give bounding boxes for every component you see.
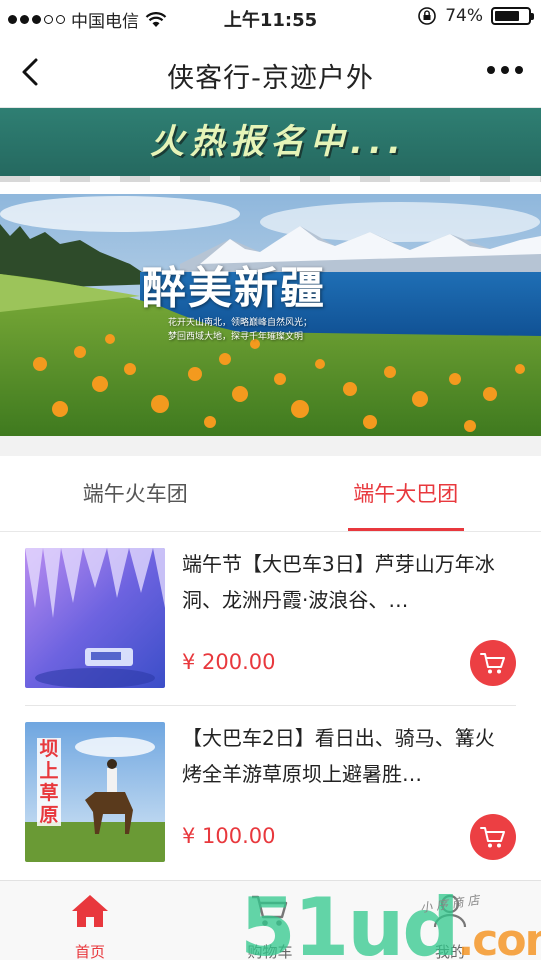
product-card[interactable]: 端午节【大巴车3日】芦芽山万年冰洞、龙洲丹霞·波浪谷、… ¥ 200.00 (0, 532, 541, 704)
promo-banner-text: 火热报名中... (150, 122, 407, 162)
promo-banner[interactable]: 火热报名中... (0, 108, 541, 182)
section-spacer (0, 436, 541, 456)
more-dots-icon[interactable] (487, 66, 523, 74)
battery-percent: 74% (445, 6, 483, 26)
home-icon (72, 895, 108, 927)
watermark-main: 51ud (240, 881, 460, 960)
hero-subtitle-line-2: 梦回西域大地，探寻千年璀璨文明 (168, 332, 304, 342)
cart-icon (480, 827, 505, 848)
product-thumbnail[interactable] (25, 548, 165, 688)
status-bar: 中国电信 上午11:55 74% (0, 0, 541, 36)
tab-train-group[interactable]: 端午火车团 (0, 456, 271, 531)
product-thumbnail[interactable]: 坝上草原 (25, 722, 165, 862)
orientation-lock-icon (418, 7, 437, 25)
add-to-cart-button[interactable] (470, 814, 516, 860)
tabbar-item-home[interactable]: 首页 (30, 891, 150, 960)
status-right: 74% (417, 6, 534, 26)
tabbar-label-home: 首页 (74, 943, 105, 960)
tab-bus-group[interactable]: 端午大巴团 (271, 456, 541, 531)
battery-icon (491, 7, 534, 25)
hero-subtitle: 花开天山南北，领略巅峰自然风光； 梦回西域大地，探寻千年璀璨文明 (168, 316, 312, 344)
ice-cave-image (25, 548, 165, 688)
watermark-suffix: .com (457, 915, 541, 960)
hero-subtitle-line-1: 花开天山南北，领略巅峰自然风光； (168, 318, 313, 328)
thumbnail-caption: 坝上草原 (37, 738, 61, 826)
cart-icon (480, 653, 505, 674)
hero-title: 醉美新疆 (142, 263, 326, 314)
page-title: 侠客行-京迹户外 (167, 63, 374, 94)
product-card[interactable]: 坝上草原 【大巴车2日】看日出、骑马、篝火烤全羊游草原坝上避暑胜… ¥ 100.… (0, 706, 541, 878)
add-to-cart-button[interactable] (470, 640, 516, 686)
navigation-bar: 侠客行-京迹户外 (0, 36, 541, 108)
watermark: 51ud.com (240, 888, 541, 960)
category-tabs: 端午火车团 端午大巴团 (0, 456, 541, 532)
product-name[interactable]: 端午节【大巴车3日】芦芽山万年冰洞、龙洲丹霞·波浪谷、… (182, 546, 512, 618)
product-name[interactable]: 【大巴车2日】看日出、骑马、篝火烤全羊游草原坝上避暑胜… (182, 720, 512, 792)
hero-image[interactable]: 醉美新疆 花开天山南北，领略巅峰自然风光； 梦回西域大地，探寻千年璀璨文明 (0, 194, 541, 436)
product-price: ¥ 100.00 (182, 824, 276, 848)
banner-edge (0, 176, 541, 182)
product-price: ¥ 200.00 (182, 650, 276, 674)
